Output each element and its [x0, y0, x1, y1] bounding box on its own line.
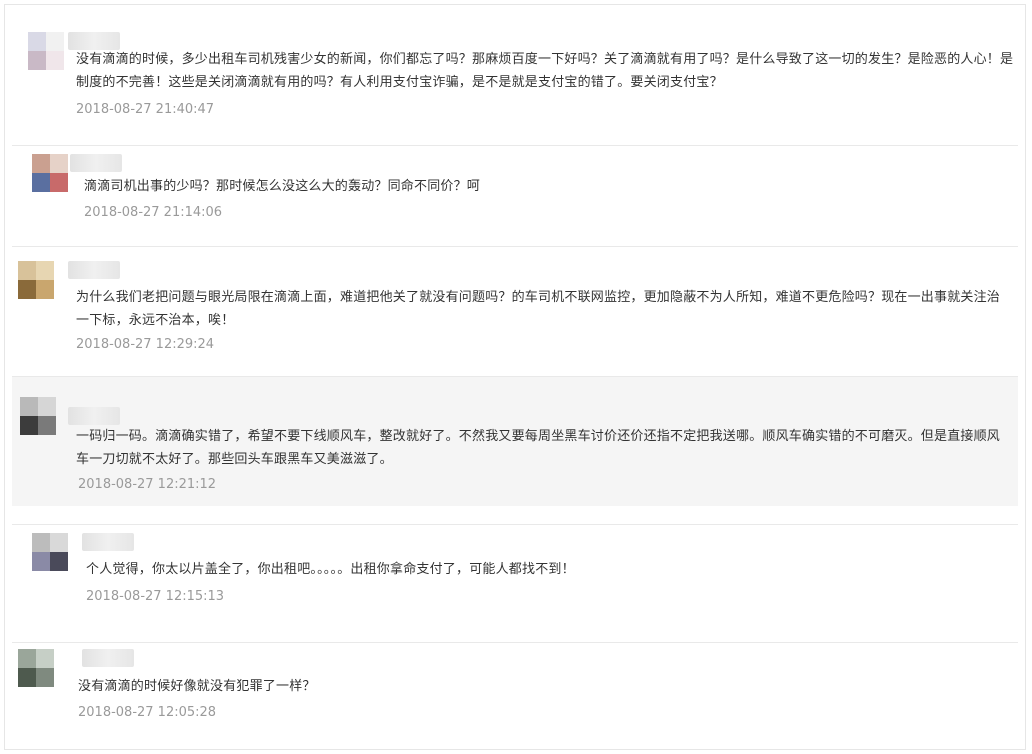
avatar[interactable] [18, 261, 54, 299]
avatar[interactable] [20, 397, 56, 435]
avatar[interactable] [28, 32, 64, 70]
avatar-pixel [50, 533, 68, 552]
comment-text: 个人觉得，你太以片盖全了，你出租吧。。。。。出租你拿命支付了，可能人都找不到！ [86, 562, 575, 577]
avatar-pixel [20, 416, 38, 435]
avatar[interactable] [18, 649, 54, 687]
avatar-pixel [28, 51, 46, 70]
comment-text: 为什么我们老把问题与眼光局限在滴滴上面，难道把他关了就没有问题吗？的车司机不联网… [76, 290, 1001, 328]
username-blurred[interactable] [68, 407, 120, 425]
avatar-pixel [50, 552, 68, 571]
comment-text: 没有滴滴的时候，多少出租车司机残害少女的新闻，你们都忘了吗？那麻烦百度一下好吗？… [76, 52, 1014, 90]
comment-timestamp: 2018-08-27 12:15:13 [86, 589, 225, 604]
avatar[interactable] [32, 154, 68, 192]
comment-timestamp: 2018-08-27 12:29:24 [76, 337, 215, 352]
avatar-pixel [36, 668, 54, 687]
comment-text: 没有滴滴的时候好像就没有犯罪了一样？ [78, 679, 316, 694]
avatar-pixel [46, 32, 64, 51]
comment-item: 没有滴滴的时候，多少出租车司机残害少女的新闻，你们都忘了吗？那麻烦百度一下好吗？… [12, 18, 1018, 132]
comment-timestamp: 2018-08-27 21:14:06 [84, 205, 223, 220]
avatar-pixel [32, 173, 50, 192]
avatar-pixel [32, 533, 50, 552]
avatar-pixel [18, 668, 36, 687]
avatar-pixel [18, 261, 36, 280]
comment-item: 滴滴司机出事的少吗？那时候怎么没这么大的轰动？同命不同价？呵 2018-08-2… [12, 145, 1018, 233]
comment-text: 滴滴司机出事的少吗？那时候怎么没这么大的轰动？同命不同价？呵 [84, 179, 481, 194]
avatar-pixel [32, 154, 50, 173]
avatar-pixel [50, 173, 68, 192]
username-blurred[interactable] [68, 261, 120, 279]
avatar-pixel [20, 397, 38, 416]
comment-item: 没有滴滴的时候好像就没有犯罪了一样？ 2018-08-27 12:05:28 [12, 642, 1018, 742]
avatar-pixel [18, 649, 36, 668]
avatar-pixel [36, 261, 54, 280]
avatar-pixel [36, 649, 54, 668]
username-blurred[interactable] [70, 154, 122, 172]
avatar-pixel [18, 280, 36, 299]
avatar-pixel [46, 51, 64, 70]
comment-timestamp: 2018-08-27 12:05:28 [78, 705, 217, 720]
avatar[interactable] [32, 533, 68, 571]
comment-item: 个人觉得，你太以片盖全了，你出租吧。。。。。出租你拿命支付了，可能人都找不到！ … [12, 524, 1018, 636]
comment-timestamp: 2018-08-27 12:21:12 [78, 477, 217, 492]
comment-timestamp: 2018-08-27 21:40:47 [76, 102, 215, 117]
avatar-pixel [36, 280, 54, 299]
avatar-pixel [50, 154, 68, 173]
avatar-pixel [38, 397, 56, 416]
avatar-pixel [32, 552, 50, 571]
username-blurred[interactable] [82, 533, 134, 551]
comment-item: 一码归一码。滴滴确实错了，希望不要下线顺风车，整改就好了。不然我又要每周坐黑车讨… [12, 376, 1018, 506]
avatar-pixel [28, 32, 46, 51]
avatar-pixel [38, 416, 56, 435]
comment-item: 为什么我们老把问题与眼光局限在滴滴上面，难道把他关了就没有问题吗？的车司机不联网… [12, 246, 1018, 364]
comment-text: 一码归一码。滴滴确实错了，希望不要下线顺风车，整改就好了。不然我又要每周坐黑车讨… [76, 429, 1001, 467]
username-blurred[interactable] [82, 649, 134, 667]
